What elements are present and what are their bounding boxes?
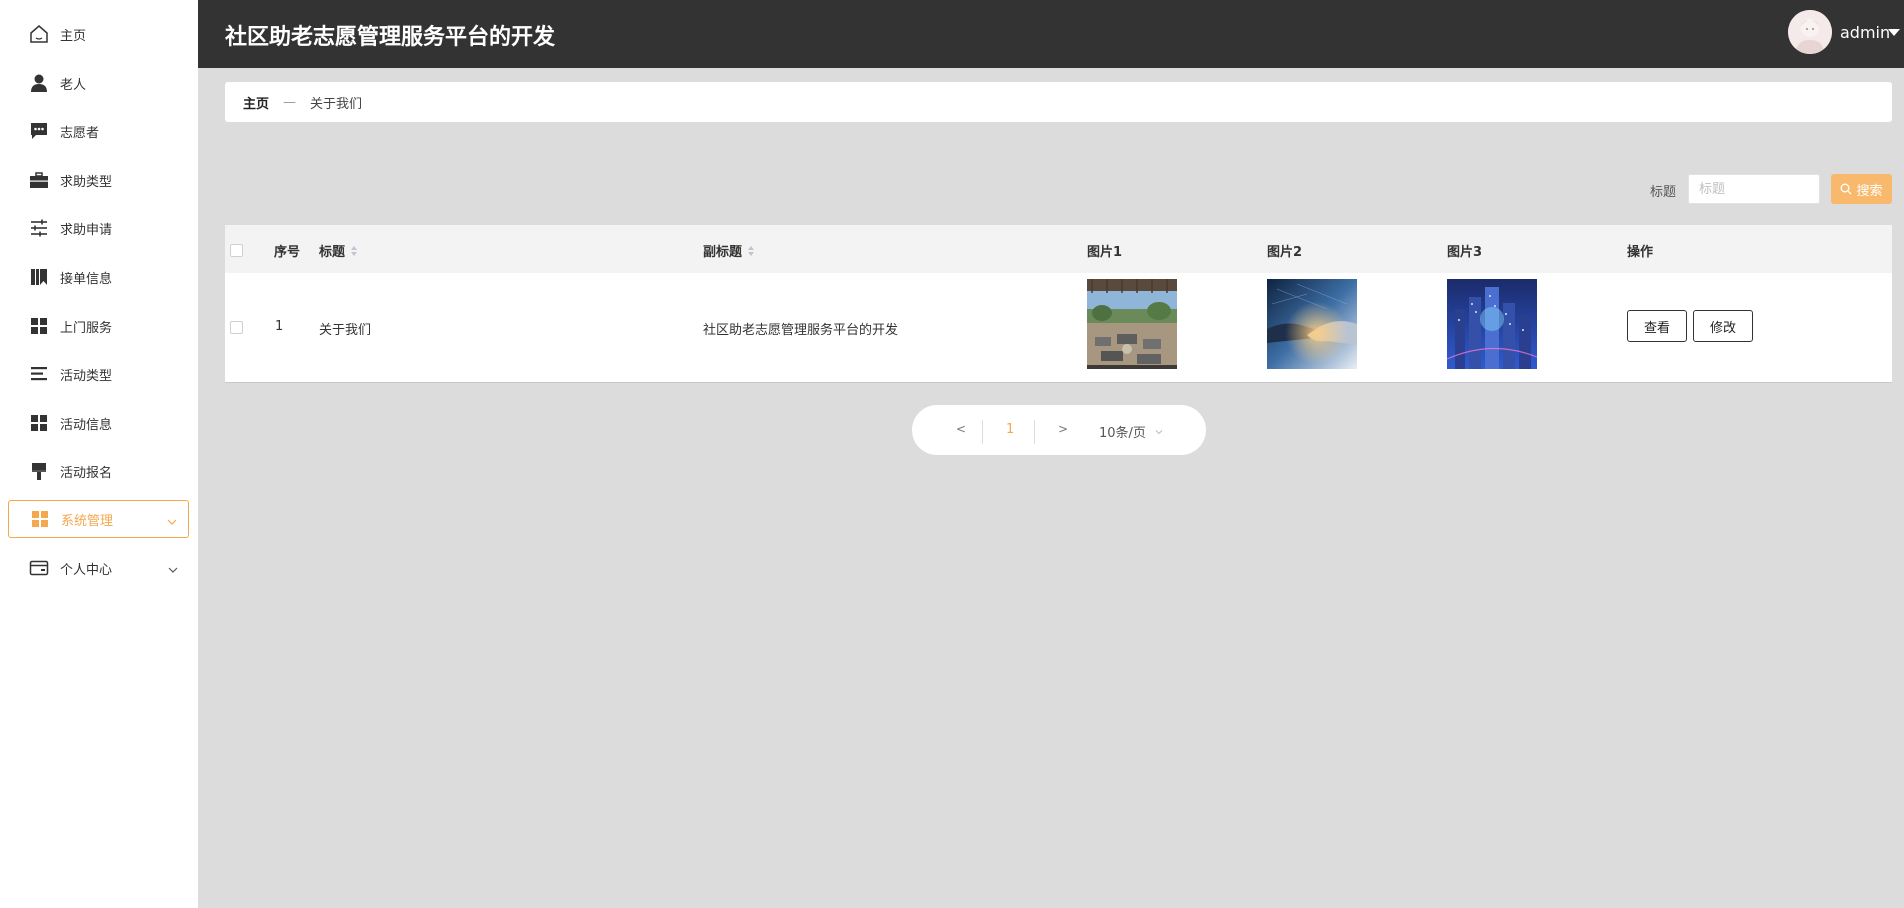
breadcrumb: 主页 — 关于我们	[225, 82, 1892, 122]
column-header-image3: 图片3	[1447, 245, 1483, 260]
grid-icon	[28, 315, 50, 337]
breadcrumb-home[interactable]: 主页	[243, 93, 269, 112]
page-size-select[interactable]: 10条/页	[1099, 422, 1164, 441]
column-header-title[interactable]: 标题	[319, 241, 358, 260]
chevron-down-icon	[1155, 429, 1163, 434]
column-header-label: 副标题	[703, 245, 743, 260]
row-checkbox[interactable]	[230, 321, 243, 334]
column-header-subtitle[interactable]: 副标题	[703, 241, 755, 260]
breadcrumb-separator: —	[283, 94, 297, 110]
sliders-icon	[28, 217, 50, 239]
pagination-divider	[982, 420, 983, 444]
sidebar-item-home-service[interactable]: 上门服务	[8, 307, 189, 345]
search-button-label: 搜索	[1856, 183, 1883, 199]
sidebar-item-elderly[interactable]: 老人	[8, 64, 189, 102]
page-size-label: 10条/页	[1099, 426, 1146, 441]
column-header-image2: 图片2	[1267, 245, 1303, 260]
handshake-photo[interactable]	[1267, 279, 1357, 369]
app-title: 社区助老志愿管理服务平台的开发	[225, 25, 556, 50]
sidebar-item-activity-info[interactable]: 活动信息	[8, 404, 189, 442]
page-number[interactable]: 1	[1006, 422, 1014, 437]
sidebar-item-system-management[interactable]: 系统管理	[8, 500, 189, 538]
search-label: 标题	[1650, 185, 1677, 200]
edit-button[interactable]: 修改	[1693, 310, 1753, 342]
brush-icon	[28, 460, 50, 482]
sidebar-item-label: 个人中心	[60, 562, 113, 578]
sidebar-item-orders[interactable]: 接单信息	[8, 258, 189, 296]
column-header-image1: 图片1	[1087, 245, 1123, 260]
briefcase-icon	[28, 169, 50, 191]
next-page-button[interactable]: >	[1058, 422, 1068, 436]
search-icon	[1841, 183, 1852, 195]
avatar[interactable]	[1788, 10, 1832, 54]
home-icon	[28, 23, 50, 45]
top-header: 社区助老志愿管理服务平台的开发 admin	[198, 0, 1904, 68]
search-button[interactable]: 搜索	[1831, 174, 1892, 204]
sort-icon[interactable]	[351, 245, 358, 256]
sidebar-item-activity-signup[interactable]: 活动报名	[8, 452, 189, 490]
chevron-down-icon	[166, 513, 178, 525]
pagination-divider	[1034, 420, 1035, 444]
cell-title: 关于我们	[319, 323, 372, 338]
table-header: 序号 标题 副标题 图片1 图片2 图片3 操作	[225, 225, 1892, 273]
sidebar-item-label: 志愿者	[60, 125, 100, 141]
city-lights-photo[interactable]	[1447, 279, 1537, 369]
data-table: 序号 标题 副标题 图片1 图片2 图片3 操作 1 关于我们 社区助老志愿管理…	[225, 225, 1892, 383]
view-button[interactable]: 查看	[1627, 310, 1687, 342]
sidebar-item-label: 主页	[60, 28, 87, 44]
sidebar-item-help-request[interactable]: 求助申请	[8, 209, 189, 247]
sidebar-item-label: 上门服务	[60, 320, 113, 336]
sidebar-item-label: 系统管理	[61, 513, 114, 529]
pagination: < 1 > 10条/页	[912, 405, 1206, 455]
sidebar-item-help-type[interactable]: 求助类型	[8, 161, 189, 199]
column-header-index: 序号	[274, 245, 301, 260]
sidebar-item-label: 求助类型	[60, 174, 113, 190]
sidebar-item-label: 活动报名	[60, 465, 113, 481]
card-icon	[28, 557, 50, 579]
chevron-down-icon	[167, 561, 179, 573]
sidebar-item-label: 老人	[60, 77, 87, 93]
bookmark-icon	[28, 266, 50, 288]
terrace-photo[interactable]	[1087, 279, 1177, 369]
sidebar-item-personal-center[interactable]: 个人中心	[8, 549, 189, 587]
chat-icon	[28, 120, 50, 142]
cell-index: 1	[275, 319, 284, 334]
breadcrumb-current: 关于我们	[310, 96, 363, 112]
sidebar-item-label: 接单信息	[60, 271, 113, 287]
cell-subtitle: 社区助老志愿管理服务平台的开发	[703, 323, 899, 338]
sidebar-item-volunteer[interactable]: 志愿者	[8, 112, 189, 150]
sidebar-item-label: 活动信息	[60, 417, 113, 433]
column-header-actions: 操作	[1627, 245, 1654, 260]
sidebar: 主页 老人 志愿者 求助类型 求助申请 接单信息 上门服务 活动类型 活动信息 …	[0, 0, 198, 908]
person-icon	[28, 72, 50, 94]
list-icon	[28, 363, 50, 385]
caret-down-icon[interactable]	[1888, 29, 1900, 36]
search-input[interactable]	[1688, 174, 1820, 204]
sidebar-item-label: 求助申请	[60, 222, 113, 238]
column-header-label: 标题	[319, 245, 346, 260]
sort-icon[interactable]	[748, 245, 755, 256]
grid-icon	[28, 412, 50, 434]
sidebar-item-home[interactable]: 主页	[8, 15, 189, 53]
sidebar-item-activity-type[interactable]: 活动类型	[8, 355, 189, 393]
grid-icon	[29, 508, 51, 530]
sidebar-item-label: 活动类型	[60, 368, 113, 384]
select-all-checkbox[interactable]	[230, 244, 243, 257]
username[interactable]: admin	[1840, 23, 1890, 42]
prev-page-button[interactable]: <	[956, 422, 966, 436]
